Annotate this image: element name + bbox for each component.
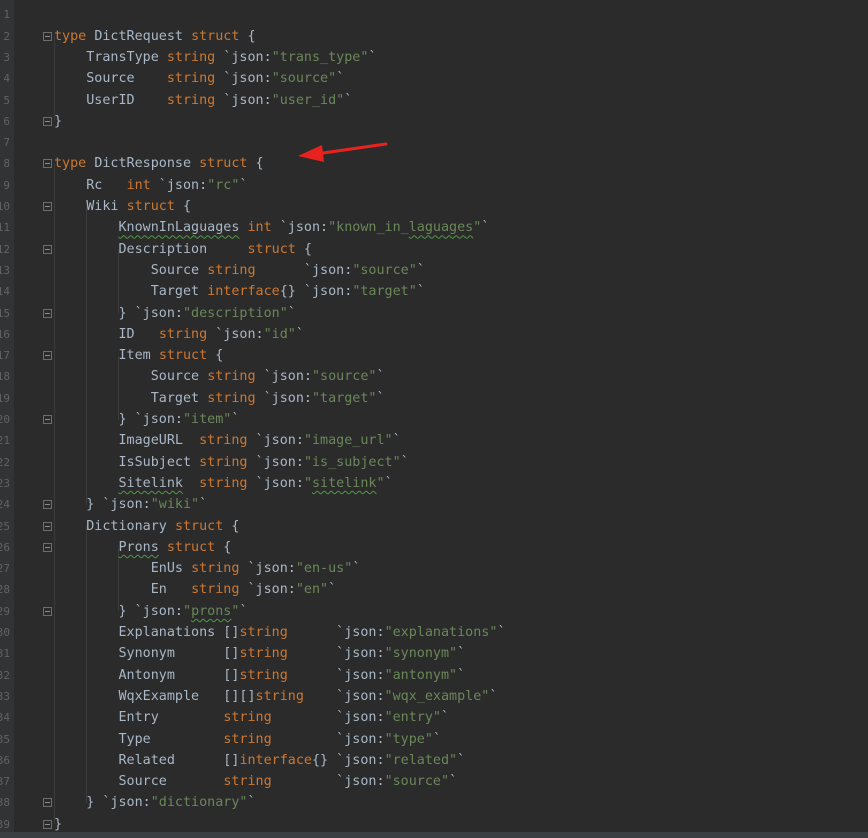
fold-close-icon[interactable] (43, 500, 52, 510)
fold-close-icon[interactable] (43, 819, 52, 829)
red-arrow-annotation (298, 142, 388, 162)
code-editor[interactable]: 1 2 3 4 5 6 7 8 9 10 11 12 13 14 15 16 17 18 19 20 21 22 23 24 2… (0, 0, 868, 838)
fold-open-icon[interactable] (43, 521, 52, 531)
status-edge (0, 832, 868, 838)
fold-close-icon[interactable] (43, 606, 52, 616)
fold-close-icon[interactable] (43, 116, 52, 126)
fold-close-icon[interactable] (43, 415, 52, 425)
fold-close-icon[interactable] (43, 798, 52, 808)
fold-open-icon[interactable] (43, 351, 52, 361)
fold-close-icon[interactable] (43, 308, 52, 318)
arrow-shaft (314, 142, 388, 156)
fold-open-icon[interactable] (43, 159, 52, 169)
arrow-head (298, 145, 324, 162)
fold-open-icon[interactable] (43, 202, 52, 212)
fold-open-icon[interactable] (43, 31, 52, 41)
fold-open-icon[interactable] (43, 244, 52, 254)
fold-open-icon[interactable] (43, 542, 52, 552)
